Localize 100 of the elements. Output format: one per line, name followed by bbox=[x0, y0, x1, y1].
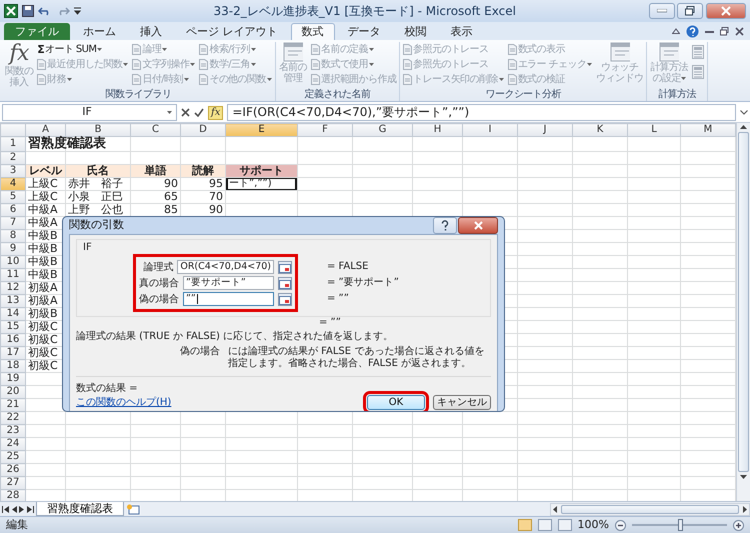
row-header[interactable]: 6 bbox=[0, 204, 26, 216]
dialog-button[interactable]: キャンセル bbox=[433, 395, 491, 410]
sheet-tab[interactable]: 習熟度確認表 bbox=[36, 502, 124, 516]
argument-value: = ”” bbox=[327, 292, 349, 306]
ribbon-tab[interactable]: 表示 bbox=[440, 23, 484, 40]
ribbon-tab[interactable]: ページ レイアウト bbox=[175, 23, 288, 40]
table-cell: 90 bbox=[209, 203, 223, 216]
row-header[interactable]: 28 bbox=[0, 490, 26, 501]
row-header[interactable]: 1 bbox=[0, 136, 26, 152]
column-header[interactable]: M bbox=[680, 124, 736, 136]
argument-field[interactable]: ”要サポート” bbox=[183, 276, 274, 290]
row-header[interactable]: 24 bbox=[0, 438, 26, 450]
help-button[interactable] bbox=[433, 217, 457, 234]
collapse-icon[interactable] bbox=[672, 28, 680, 34]
row-header[interactable]: 18 bbox=[0, 360, 26, 372]
ribbon-tab[interactable]: 数式 bbox=[290, 23, 334, 40]
close-button[interactable] bbox=[706, 3, 746, 19]
caret-icon bbox=[97, 48, 102, 51]
argument-field[interactable]: OR(C4<70,D4<70) bbox=[177, 260, 274, 274]
row-header[interactable]: 21 bbox=[0, 398, 26, 412]
row-header[interactable]: 11 bbox=[0, 268, 26, 282]
column-header[interactable]: I bbox=[462, 124, 518, 136]
row-header[interactable]: 12 bbox=[0, 282, 26, 294]
previous-sheet-icon[interactable] bbox=[11, 506, 17, 512]
row-header[interactable]: 8 bbox=[0, 230, 26, 242]
help-link[interactable]: この関数のヘルプ(H) bbox=[76, 395, 172, 410]
row-header[interactable]: 13 bbox=[0, 294, 26, 308]
row-header[interactable]: 3 bbox=[0, 164, 26, 178]
scroll-thumb[interactable] bbox=[738, 132, 749, 472]
table-cell: 氏名 bbox=[87, 164, 109, 177]
help-icon[interactable] bbox=[686, 24, 699, 38]
next-sheet-icon[interactable] bbox=[19, 506, 25, 512]
row-header[interactable]: 22 bbox=[0, 412, 26, 424]
insert-function-button[interactable]: fx bbox=[208, 106, 224, 120]
collapse-dialog-button[interactable] bbox=[278, 276, 292, 290]
row-header[interactable]: 4 bbox=[0, 178, 26, 190]
row-header[interactable]: 17 bbox=[0, 346, 26, 360]
row-header[interactable]: 25 bbox=[0, 450, 26, 464]
row-header[interactable]: 7 bbox=[0, 216, 26, 230]
row-header[interactable]: 27 bbox=[0, 476, 26, 490]
argument-field[interactable]: ”” bbox=[183, 292, 274, 306]
first-sheet-icon[interactable] bbox=[2, 506, 9, 512]
argument-name: 偽の場合 bbox=[180, 346, 220, 359]
argument-value: = FALSE bbox=[327, 260, 368, 274]
column-header[interactable]: J bbox=[518, 124, 572, 136]
horizontal-scrollbar[interactable] bbox=[550, 502, 750, 516]
view-button[interactable] bbox=[558, 519, 572, 531]
column-header[interactable]: A bbox=[26, 124, 66, 136]
row-header[interactable]: 14 bbox=[0, 308, 26, 320]
customize-icon[interactable] bbox=[74, 7, 81, 15]
row-header[interactable]: 19 bbox=[0, 372, 26, 386]
document-icon bbox=[508, 59, 517, 70]
save-icon[interactable] bbox=[22, 5, 34, 17]
column-header[interactable]: K bbox=[572, 124, 628, 136]
column-header[interactable]: H bbox=[412, 124, 462, 136]
row-header[interactable]: 10 bbox=[0, 256, 26, 268]
expand-icon[interactable] bbox=[740, 110, 748, 115]
row-header[interactable]: 5 bbox=[0, 190, 26, 204]
document-icon bbox=[403, 59, 412, 70]
collapse-dialog-button[interactable] bbox=[278, 260, 292, 274]
view-button[interactable] bbox=[538, 519, 552, 531]
cancel-icon[interactable] bbox=[181, 108, 190, 117]
row-header[interactable]: 15 bbox=[0, 320, 26, 334]
column-header[interactable]: F bbox=[298, 124, 352, 136]
row-header[interactable]: 2 bbox=[0, 152, 26, 164]
column-header[interactable]: D bbox=[180, 124, 226, 136]
restore-icon[interactable] bbox=[720, 26, 729, 36]
column-header[interactable]: E bbox=[226, 124, 298, 136]
row-header[interactable]: 9 bbox=[0, 242, 26, 256]
enter-icon[interactable] bbox=[194, 108, 204, 117]
ribbon-tab[interactable]: 校閲 bbox=[394, 23, 438, 40]
last-sheet-icon[interactable] bbox=[27, 506, 34, 512]
scroll-thumb[interactable] bbox=[561, 504, 739, 514]
column-header[interactable]: L bbox=[628, 124, 680, 136]
zoom-in-icon[interactable] bbox=[733, 520, 744, 530]
row-header[interactable]: 20 bbox=[0, 386, 26, 398]
column-header[interactable]: B bbox=[66, 124, 130, 136]
close-button[interactable] bbox=[458, 217, 498, 234]
ribbon-tab[interactable]: データ bbox=[336, 23, 392, 40]
ribbon-tab[interactable]: ホーム bbox=[72, 23, 127, 40]
row-header[interactable]: 16 bbox=[0, 334, 26, 346]
row-header[interactable]: 23 bbox=[0, 424, 26, 438]
zoom-out-icon[interactable] bbox=[615, 520, 626, 530]
spreadsheet-icon[interactable] bbox=[4, 4, 18, 18]
close-icon[interactable] bbox=[735, 26, 744, 36]
ribbon-button[interactable]: Σオート SUM bbox=[36, 42, 130, 57]
column-header[interactable]: G bbox=[352, 124, 412, 136]
ribbon-tab[interactable]: 挿入 bbox=[129, 23, 173, 40]
ribbon-tab[interactable]: ファイル bbox=[4, 23, 70, 40]
new-sheet-icon[interactable] bbox=[126, 504, 140, 514]
vertical-scrollbar[interactable] bbox=[736, 123, 750, 501]
row-header[interactable]: 26 bbox=[0, 464, 26, 476]
column-header[interactable]: C bbox=[130, 124, 180, 136]
formula-field[interactable]: =IF(OR(C4<70,D4<70),”要サポート”,””) bbox=[227, 104, 736, 121]
restore-button[interactable] bbox=[677, 3, 704, 19]
range-icon bbox=[279, 264, 291, 274]
name-box[interactable]: IF bbox=[2, 104, 177, 121]
collapse-dialog-button[interactable] bbox=[278, 292, 292, 306]
slider-thumb[interactable] bbox=[678, 519, 682, 531]
table-cell: 85 bbox=[164, 203, 178, 216]
